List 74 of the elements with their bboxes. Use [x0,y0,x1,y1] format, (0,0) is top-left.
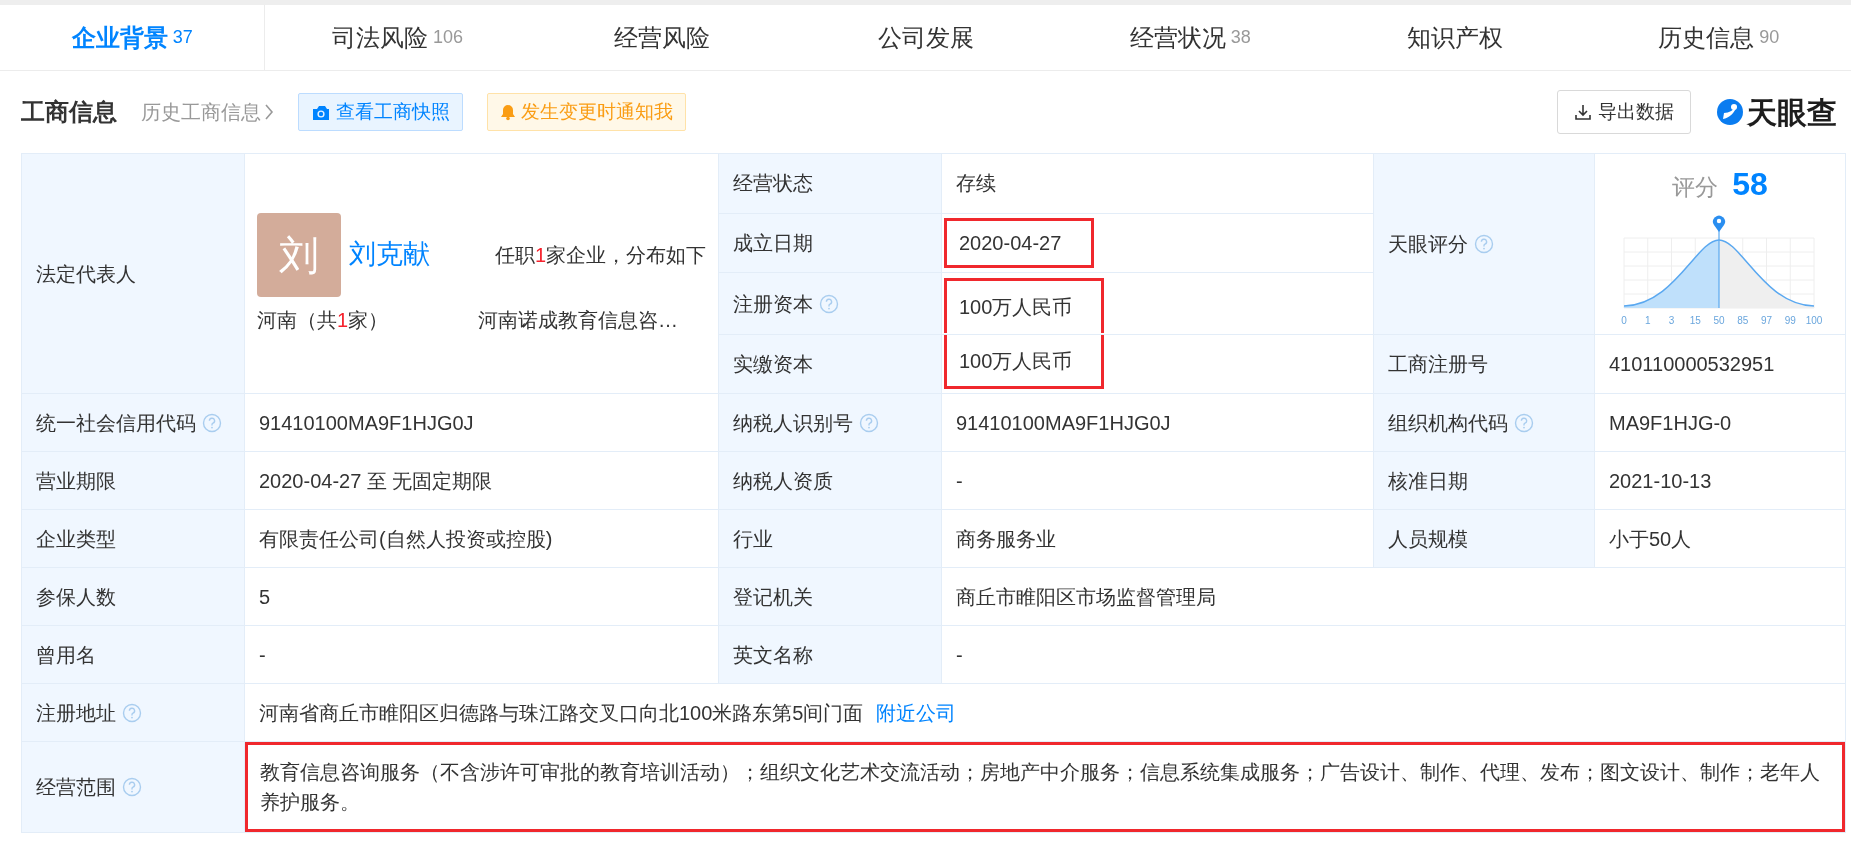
score-caption: 评分 [1672,173,1719,202]
field-label: 统一社会信用代码 [36,411,196,434]
axis-label: 0 [1621,315,1627,326]
field-label: 营业期限 [36,469,116,492]
field-value: 存续 [956,172,996,195]
field-value: MA9F1HJG-0 [1609,411,1732,434]
tab[interactable]: 知识产权 [1322,5,1587,70]
field-value: 100万人民币 [959,348,1073,374]
axis-label: 99 [1784,315,1796,326]
field-value: 商丘市睢阳区市场监督管理局 [956,585,1216,608]
field-value: 91410100MA9F1HJG0J [956,411,1171,434]
field-value: 2020-04-27 至 无固定期限 [259,469,493,492]
field-value: 有限责任公司(自然人投资或控股) [259,527,553,550]
field-label: 行业 [733,527,773,550]
field-label: 天眼评分 [1388,233,1468,255]
tab[interactable]: 经营风险 [529,5,794,70]
field-label: 法定代表人 [36,262,136,285]
field-value: 河南省商丘市睢阳区归德路与珠江路交叉口向北100米路东第5间门面 [259,701,864,724]
field-value: 2021-10-13 [1609,469,1712,492]
score-value: 58 [1732,165,1768,204]
positions-text: 任职1家企业，分布如下 [494,242,706,268]
axis-label: 100 [1805,315,1823,326]
field-label: 曾用名 [36,643,96,666]
field-label: 注册资本 [733,292,813,315]
swirl-logo-icon [1715,97,1745,127]
tab[interactable]: 历史信息 90 [1586,5,1851,70]
field-value: 100万人民币 [959,295,1073,321]
field-value: - [956,643,963,666]
company-name: 河南诺成教育信息咨… [478,307,678,333]
field-value: 商务服务业 [956,527,1056,550]
camera-icon [311,103,331,121]
field-value: - [259,643,266,666]
region-text: 河南（共1家） [257,307,390,333]
field-label: 英文名称 [733,643,813,666]
person-name-link[interactable]: 刘克献 [349,234,430,275]
export-button[interactable]: 导出数据 [1557,89,1691,135]
tab[interactable]: 企业背景 37 [0,5,266,70]
field-value: 2020-04-27 [959,230,1062,256]
axis-label: 3 [1668,315,1675,326]
field-label: 成立日期 [733,231,813,254]
field-label: 工商注册号 [1388,353,1488,375]
tab[interactable]: 司法风险 106 [265,5,530,70]
field-label: 核准日期 [1388,469,1468,492]
bell-icon [500,103,516,121]
field-value: 教育信息咨询服务（不含涉许可审批的教育培训活动）；组织文化艺术交流活动；房地产中介服务；信息系统集成服务；广告设计、制作、代理、发布；图文设计、制作；老年人养护服务。 [260,760,1821,815]
avatar: 刘 [257,212,341,297]
field-label: 纳税人识别号 [733,411,853,434]
field-label: 企业类型 [36,527,116,550]
field-value: 410110000532951 [1609,353,1775,375]
download-icon [1574,103,1592,121]
field-label: 登记机关 [733,585,813,608]
field-label: 纳税人资质 [733,469,833,492]
section-title: 工商信息 [21,97,117,127]
nearby-companies-link[interactable]: 附近公司 [875,701,956,724]
field-label: 组织机构代码 [1388,411,1508,434]
tab[interactable]: 经营状况 38 [1058,5,1323,70]
field-label: 注册地址 [36,701,116,724]
axis-label: 50 [1713,315,1725,326]
field-value: 91410100MA9F1HJG0J [259,411,474,434]
field-label: 实缴资本 [733,353,813,375]
axis-label: 85 [1737,315,1749,326]
field-label: 人员规模 [1388,527,1468,550]
field-value: 5 [259,585,271,608]
axis-label: 15 [1689,315,1701,326]
logo-text: 天眼查 [1747,94,1837,131]
field-value: 小于50人 [1609,527,1692,550]
chevron-right-icon [264,103,274,121]
tab[interactable]: 公司发展 [793,5,1059,70]
field-label: 参保人数 [36,585,116,608]
field-label: 经营范围 [36,776,116,798]
axis-label: 97 [1760,315,1773,326]
field-value: - [956,469,963,492]
field-label: 经营状态 [733,172,813,195]
axis-label: 1 [1644,315,1651,326]
